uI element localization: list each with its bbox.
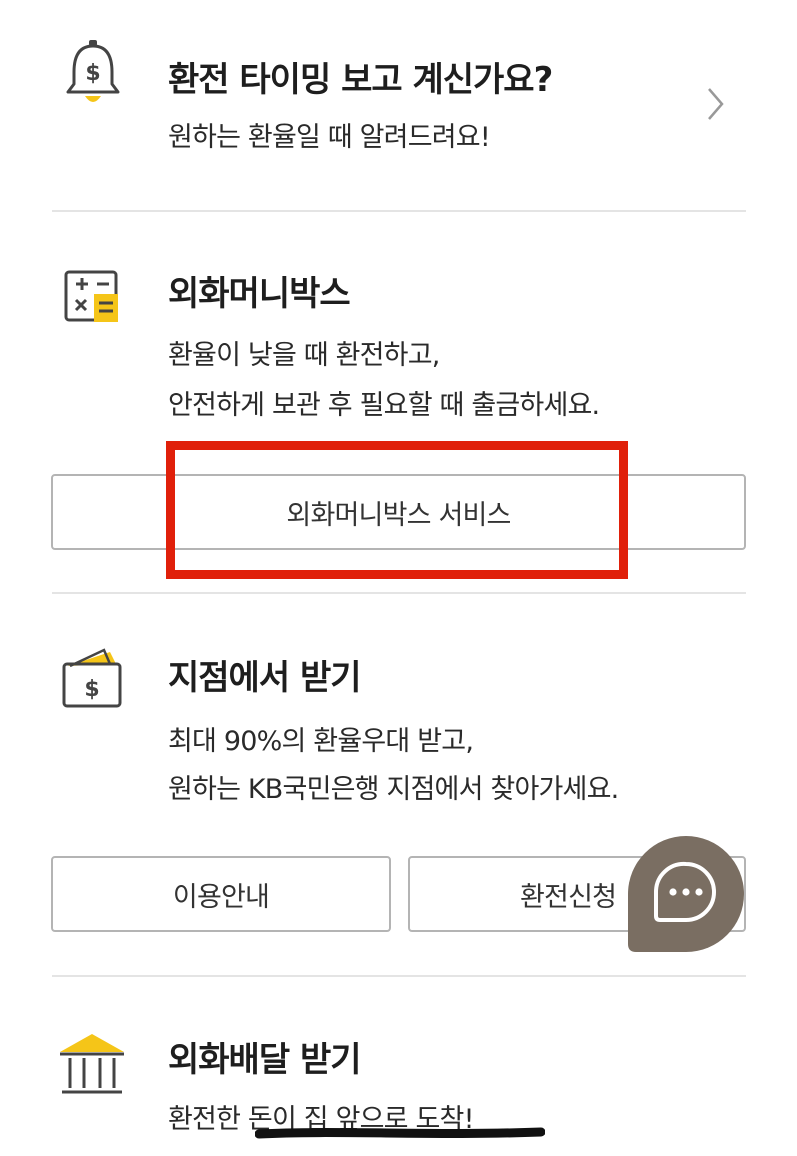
exchange-alert-desc: 원하는 환율일 때 알려드려요! bbox=[168, 122, 491, 153]
moneybox-service-button[interactable]: 외화머니박스 서비스 bbox=[51, 474, 746, 550]
svg-text:$: $ bbox=[85, 61, 100, 86]
chat-bubble-icon bbox=[628, 836, 744, 952]
divider bbox=[52, 210, 746, 212]
bank-building-icon bbox=[60, 1034, 124, 1094]
divider bbox=[52, 975, 746, 977]
moneybox-desc-line1: 환율이 낮을 때 환전하고, bbox=[168, 340, 440, 371]
chatbot-button[interactable] bbox=[626, 834, 746, 954]
ink-strike-mark bbox=[255, 1127, 545, 1139]
bell-dollar-icon: $ bbox=[66, 40, 120, 102]
moneybox-title: 외화머니박스 bbox=[168, 274, 351, 314]
branch-desc-line1: 최대 90%의 환율우대 받고, bbox=[168, 726, 474, 757]
usage-guide-button[interactable]: 이용안내 bbox=[51, 856, 391, 932]
svg-text:$: $ bbox=[84, 677, 99, 702]
branch-desc-line2: 원하는 KB국민은행 지점에서 찾아가세요. bbox=[168, 774, 619, 805]
branch-title: 지점에서 받기 bbox=[168, 658, 362, 698]
exchange-apply-label: 환전신청 bbox=[520, 881, 617, 913]
divider bbox=[52, 592, 746, 594]
delivery-title: 외화배달 받기 bbox=[168, 1040, 362, 1080]
chevron-right-icon[interactable] bbox=[700, 84, 730, 124]
exchange-alert-title: 환전 타이밍 보고 계신가요? bbox=[168, 60, 553, 100]
calculator-icon bbox=[64, 270, 118, 322]
wallet-dollar-icon: $ bbox=[62, 648, 122, 708]
moneybox-desc-line2: 안전하게 보관 후 필요할 때 출금하세요. bbox=[168, 390, 600, 421]
